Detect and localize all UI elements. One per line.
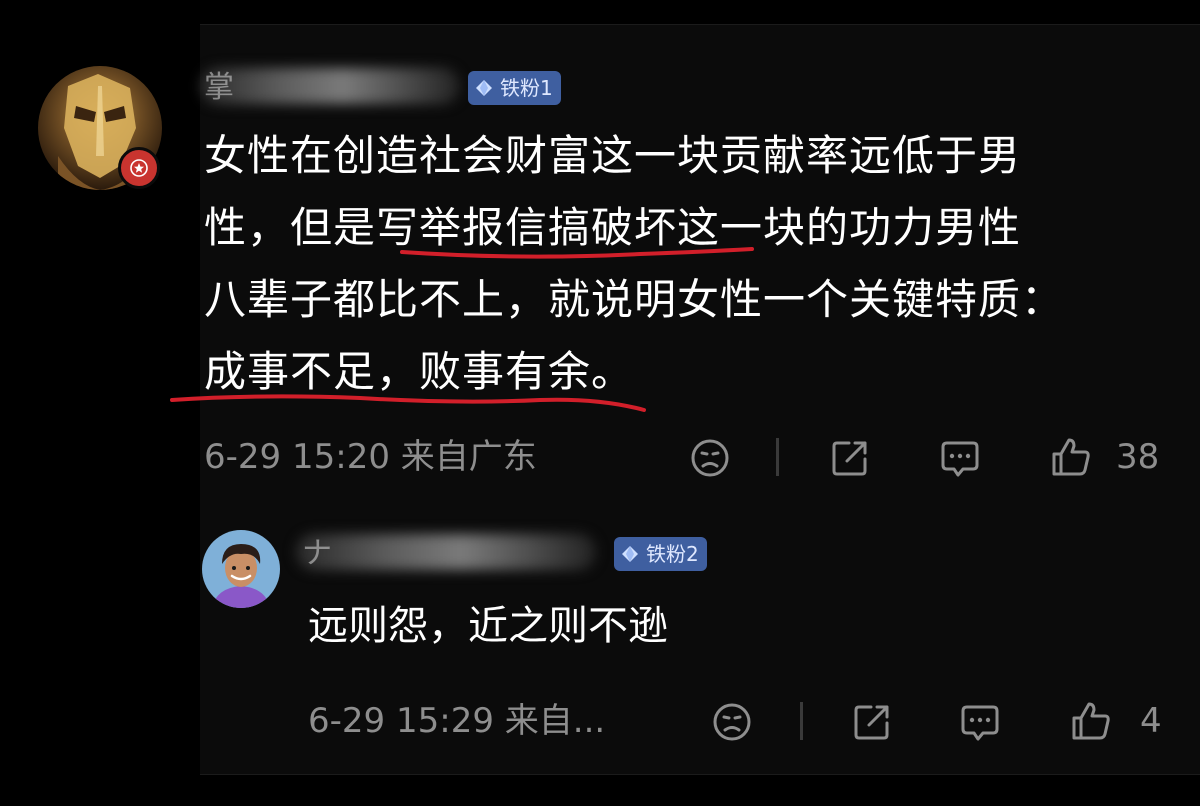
dislike-button[interactable] xyxy=(686,434,734,482)
action-separator xyxy=(800,702,803,740)
like-count: 38 xyxy=(1116,437,1160,477)
reply-body: 远则怨，近之则不逊 xyxy=(308,603,668,649)
share-button[interactable] xyxy=(826,434,874,482)
comment-line: 女性在创造社会财富这一块贡献率远低于男 xyxy=(204,131,1022,180)
vip-badge xyxy=(118,147,160,189)
like-count: 4 xyxy=(1140,701,1162,741)
star-icon xyxy=(130,159,148,177)
thumbs-up-icon xyxy=(1052,438,1090,476)
dislike-button[interactable] xyxy=(708,698,756,746)
comment-button[interactable] xyxy=(956,698,1004,746)
diamond-icon xyxy=(476,80,492,96)
commenter-username-blurred[interactable] xyxy=(200,68,460,104)
fan-badge[interactable]: 铁粉1 xyxy=(468,71,561,105)
diamond-icon xyxy=(622,546,638,562)
share-icon xyxy=(854,705,889,740)
comment-icon xyxy=(961,705,999,741)
card-bottom-divider xyxy=(200,774,1200,775)
fan-badge[interactable]: 铁粉2 xyxy=(614,537,707,571)
comment-icon xyxy=(941,441,979,477)
thumbs-up-icon xyxy=(1072,702,1110,740)
dislike-face-icon xyxy=(691,439,729,477)
replier-avatar[interactable] xyxy=(202,530,280,608)
comment-body: 女性在创造社会财富这一块贡献率远低于男 性，但是写举报信搞破坏这一块的功力男性 … xyxy=(204,120,1174,408)
card-top-divider xyxy=(200,24,1200,25)
share-icon xyxy=(832,441,867,476)
dislike-face-icon xyxy=(713,703,751,741)
replier-username-blurred[interactable] xyxy=(296,534,596,570)
comment-line: 成事不足，败事有余。 xyxy=(204,347,635,396)
fan-badge-label: 铁粉2 xyxy=(646,542,699,566)
like-button[interactable] xyxy=(1066,696,1116,746)
commenter-username-hint: 掌 xyxy=(204,70,234,105)
fan-badge-label: 铁粉1 xyxy=(500,76,553,100)
share-button[interactable] xyxy=(848,698,896,746)
action-separator xyxy=(776,438,779,476)
comment-line: 性，但是写举报信搞破坏这一块的功力男性 xyxy=(204,203,1022,252)
comment-timestamp: 6-29 15:20 来自广东 xyxy=(204,437,537,477)
comment-line: 八辈子都比不上，就说明女性一个关键特质： xyxy=(204,275,1065,324)
comment-button[interactable] xyxy=(936,434,984,482)
like-button[interactable] xyxy=(1046,432,1096,482)
avatar-image xyxy=(202,530,280,608)
reply-timestamp: 6-29 15:29 来自... xyxy=(308,701,606,741)
replier-username-hint: ナ xyxy=(302,536,332,571)
